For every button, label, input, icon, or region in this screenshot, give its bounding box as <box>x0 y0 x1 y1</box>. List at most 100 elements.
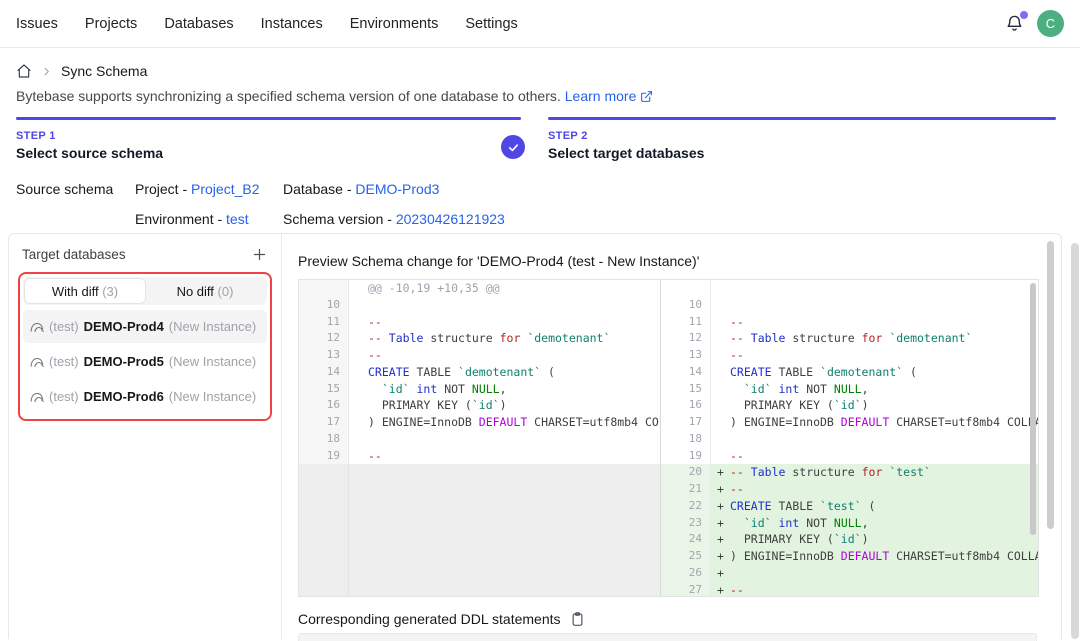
diff-line-number: 17 <box>299 414 349 431</box>
add-target-database-button[interactable] <box>252 247 267 262</box>
diff-row: 18 <box>661 431 1038 448</box>
nav-item-projects[interactable]: Projects <box>85 16 137 32</box>
sql-token <box>744 465 751 479</box>
diff-row: 18 <box>299 431 660 448</box>
diff-row: 10 <box>299 297 660 314</box>
diff-row: 17 ) ENGINE=InnoDB DEFAULT CHARSET=utf8m… <box>299 414 660 431</box>
avatar[interactable]: C <box>1037 10 1064 37</box>
source-field-value[interactable]: 20230426121923 <box>396 211 505 227</box>
diff-prefix: + <box>717 565 730 582</box>
db-item-demo-prod6[interactable]: (test) DEMO-Prod6 (New Instance) <box>23 380 267 413</box>
diff-row: 11 -- <box>299 314 660 331</box>
sql-token: `id` <box>382 382 410 396</box>
sql-token: ) <box>862 532 869 546</box>
sql-token: , <box>862 382 869 396</box>
diff-code-line: +-- <box>711 582 1038 597</box>
diff-line-number: 19 <box>299 448 349 465</box>
source-field-value[interactable]: DEMO-Prod3 <box>355 181 439 197</box>
panel-scrollbar[interactable] <box>1047 241 1054 529</box>
sql-token: -- <box>730 583 744 597</box>
sql-token: TABLE <box>772 499 820 513</box>
sql-token: `id` <box>744 516 772 530</box>
diff-line-number: 20 <box>661 464 711 481</box>
learn-more-link[interactable]: Learn more <box>565 88 637 104</box>
sql-token <box>730 516 744 530</box>
sql-token: DEFAULT <box>479 415 527 429</box>
db-item-demo-prod4[interactable]: (test) DEMO-Prod4 (New Instance) <box>23 310 267 343</box>
step1-title: Select source schema <box>16 145 163 161</box>
diff-prefix <box>717 280 730 297</box>
notification-bell-icon[interactable] <box>1005 14 1024 33</box>
sql-token: CHARSET=utf8mb4 COLLAT <box>889 549 1038 563</box>
page-scrollbar[interactable] <box>1071 243 1079 639</box>
schema-diff-viewer[interactable]: @@ -10,19 +10,35 @@10 11 --12 -- Table s… <box>298 279 1039 597</box>
diff-left-filler <box>299 464 660 596</box>
chevron-right-icon <box>41 66 52 77</box>
diff-code-line: -- <box>711 314 1038 331</box>
target-databases-highlight-box: With diff (3)No diff (0) (test) DEMO-Pro… <box>18 272 272 421</box>
diff-prefix <box>355 431 368 448</box>
ddl-editor-top-edge <box>298 633 1037 641</box>
sql-token: CREATE <box>730 365 772 379</box>
diff-prefix <box>717 297 730 314</box>
sql-token: -- <box>730 482 744 496</box>
diff-code-line: ) ENGINE=InnoDB DEFAULT CHARSET=utf8mb4 … <box>711 414 1038 431</box>
nav-item-databases[interactable]: Databases <box>164 16 233 32</box>
diff-line-number: 25 <box>661 548 711 565</box>
db-item-demo-prod5[interactable]: (test) DEMO-Prod5 (New Instance) <box>23 345 267 378</box>
mysql-icon <box>30 390 44 404</box>
copy-clipboard-icon[interactable] <box>570 611 585 627</box>
sql-token: -- <box>368 331 382 345</box>
sql-token: -- <box>730 465 744 479</box>
diff-prefix <box>717 448 730 465</box>
source-field-value[interactable]: test <box>226 211 249 227</box>
source-field-environment: Environment - test <box>135 210 283 229</box>
diff-code-line <box>711 297 1038 314</box>
diff-right-pane: 10 11 --12 -- Table structure for `demot… <box>661 280 1038 596</box>
diff-inner-scrollbar[interactable] <box>1030 283 1036 535</box>
sql-token: -- <box>368 315 382 329</box>
sql-token: for <box>862 331 883 345</box>
target-databases-title: Target databases <box>22 247 126 262</box>
sql-token: `id` <box>834 532 862 546</box>
sql-token: `id` <box>744 382 772 396</box>
sql-token: -- <box>730 331 744 345</box>
source-field-name: Database - <box>283 181 355 197</box>
diff-prefix <box>355 414 368 431</box>
diff-row: 16 PRIMARY KEY (`id`) <box>299 397 660 414</box>
target-db-list: (test) DEMO-Prod4 (New Instance) (test) … <box>23 310 267 413</box>
diff-code-line: -- Table structure for `demotenant` <box>711 330 1038 347</box>
sql-token: structure <box>785 331 861 345</box>
step-2: STEP 2 Select target databases <box>548 130 704 161</box>
intro-line: Bytebase supports synchronizing a specif… <box>16 88 653 104</box>
sql-token: `test` <box>820 499 862 513</box>
db-name: DEMO-Prod5 <box>84 354 164 369</box>
diff-row: 20+-- Table structure for `test` <box>661 464 1038 481</box>
sql-token: -- <box>730 449 744 463</box>
nav-item-settings[interactable]: Settings <box>465 16 517 32</box>
diff-line-number: 18 <box>299 431 349 448</box>
sql-token <box>744 331 751 345</box>
sql-token: , <box>500 382 507 396</box>
nav-item-instances[interactable]: Instances <box>261 16 323 32</box>
sql-token: TABLE <box>772 365 820 379</box>
diff-code-line: +-- Table structure for `test` <box>711 464 1038 481</box>
home-icon[interactable] <box>16 63 32 79</box>
tab-with-diff[interactable]: With diff (3) <box>25 279 145 303</box>
diff-line-number: 12 <box>661 330 711 347</box>
diff-prefix: + <box>717 464 730 481</box>
source-field-schema-version: Schema version - 20230426121923 <box>283 210 505 229</box>
sql-token: NOT <box>799 382 834 396</box>
diff-code-line: +) ENGINE=InnoDB DEFAULT CHARSET=utf8mb4… <box>711 548 1038 565</box>
tab-no-diff[interactable]: No diff (0) <box>145 279 265 303</box>
nav-item-environments[interactable]: Environments <box>350 16 439 32</box>
sql-token: PRIMARY KEY ( <box>730 398 834 412</box>
diff-row: 23+ `id` int NOT NULL, <box>661 515 1038 532</box>
nav-item-issues[interactable]: Issues <box>16 16 58 32</box>
target-databases-panel: Target databases With diff (3)No diff (0… <box>9 234 282 639</box>
diff-code-line <box>349 431 660 448</box>
diff-code-line: +CREATE TABLE `test` ( <box>711 498 1038 515</box>
external-link-icon[interactable] <box>640 90 653 103</box>
source-field-value[interactable]: Project_B2 <box>191 181 259 197</box>
diff-prefix <box>717 364 730 381</box>
